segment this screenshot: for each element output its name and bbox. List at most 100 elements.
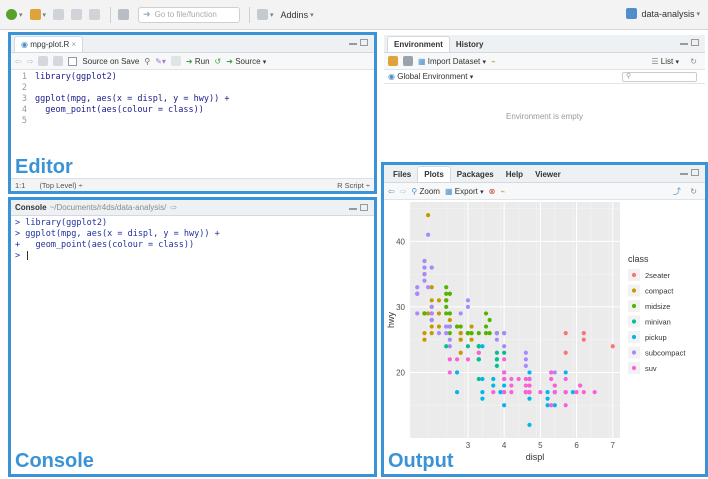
tab-packages[interactable]: Packages <box>451 167 500 182</box>
save-icon[interactable] <box>53 56 64 66</box>
tab-mpg-plot[interactable]: ◉ mpg-plot.R × <box>14 36 84 52</box>
data-point-suv <box>465 357 471 362</box>
y-tick-label: 30 <box>396 303 405 312</box>
list-view-button[interactable]: ☰ List ▾ <box>651 57 679 66</box>
scope-label: Global Environment <box>397 72 468 81</box>
minimize-icon[interactable] <box>349 204 357 210</box>
refresh-icon[interactable]: ↻ <box>690 57 697 66</box>
minimize-icon[interactable] <box>680 39 688 45</box>
data-point-2seater <box>563 350 568 355</box>
save-all-button[interactable] <box>87 6 102 24</box>
outline-icon[interactable] <box>170 56 181 66</box>
legend-marker <box>631 365 637 371</box>
code-text: geom_point(aes(colour = class)) <box>35 105 204 115</box>
project-cube-icon <box>626 8 638 19</box>
data-point-suv <box>476 350 481 355</box>
project-menu[interactable]: data-analysis ▾ <box>626 8 700 19</box>
data-point-compact <box>458 337 463 342</box>
addins-menu[interactable]: Addins ▾ <box>279 6 316 24</box>
environment-search-input[interactable]: ⚲ <box>622 72 697 82</box>
go-to-directory-icon[interactable]: ⇨ <box>170 203 177 212</box>
tab-files[interactable]: Files <box>387 167 417 182</box>
maximize-icon[interactable] <box>691 169 699 176</box>
new-project-button[interactable]: ▾ <box>28 6 49 24</box>
show-in-window-icon[interactable] <box>38 56 49 66</box>
data-point-subcompact <box>494 331 499 336</box>
goto-file-input[interactable]: ➜ Go to file/function <box>138 6 241 23</box>
data-point-pickup <box>454 370 460 375</box>
maximize-icon[interactable] <box>360 204 368 211</box>
console-output[interactable]: > library(ggplot2) > ggplot(mpg, aes(x =… <box>11 216 374 264</box>
source-button[interactable]: ➜ Source ▾ <box>226 57 266 66</box>
save-button[interactable] <box>69 6 84 24</box>
data-point-compact <box>429 285 434 290</box>
chevron-down-icon: ▾ <box>482 58 487 66</box>
next-plot-icon[interactable]: ⇨ <box>400 187 407 196</box>
data-point-pickup <box>552 403 557 408</box>
minimize-icon[interactable] <box>349 39 357 45</box>
zoom-button[interactable]: ⚲ Zoom <box>411 187 440 196</box>
minimize-icon[interactable] <box>680 169 688 175</box>
export-button[interactable]: ▦ Export ▾ <box>445 187 484 196</box>
plot-viewer: 3 4 5 6 7 20 30 40 displ hwy class 2seater compact mi… <box>384 200 705 474</box>
y-axis-label: hwy <box>386 312 396 329</box>
remove-plot-icon[interactable]: ⊗ <box>489 187 496 196</box>
legend-marker <box>631 334 637 340</box>
tab-environment[interactable]: Environment <box>387 36 450 52</box>
data-point-subcompact <box>426 232 431 237</box>
maximize-icon[interactable] <box>360 39 368 46</box>
workspace-panes-button[interactable]: ▾ <box>255 6 276 24</box>
broom-icon[interactable]: ⌁ <box>500 187 505 196</box>
tab-help[interactable]: Help <box>500 167 529 182</box>
search-icon[interactable]: ⚲ <box>144 57 150 66</box>
tab-viewer[interactable]: Viewer <box>529 167 567 182</box>
data-point-midsize <box>483 331 489 336</box>
file-type-selector[interactable]: R Script ÷ <box>337 181 370 190</box>
rerun-icon[interactable]: ↺ <box>215 57 222 66</box>
source-on-save-checkbox[interactable] <box>68 56 78 66</box>
folder-icon <box>53 9 65 20</box>
print-button[interactable] <box>116 6 131 24</box>
save-workspace-icon[interactable] <box>403 56 413 66</box>
main-toolbar: ▾ ▾ ➜ Go to file/function ▾ Addins ▾ data… <box>0 0 708 30</box>
new-file-button[interactable]: ▾ <box>4 6 25 24</box>
code-editor[interactable]: 1 library(ggplot2) 2 3 ggplot(mpg, aes(x =… <box>11 70 374 127</box>
scatter-plot: 3 4 5 6 7 20 30 40 displ hwy class 2seater compact mi… <box>386 202 686 462</box>
tab-plots[interactable]: Plots <box>417 166 451 182</box>
open-file-button[interactable] <box>51 6 66 24</box>
import-dataset-button[interactable]: ▦ Import Dataset ▾ <box>418 57 486 66</box>
legend-title: class <box>628 254 649 264</box>
refresh-icon[interactable]: ↻ <box>690 187 697 196</box>
run-button[interactable]: ➜ Run <box>186 57 210 66</box>
broom-icon[interactable]: ⌁ <box>491 57 496 66</box>
previous-plot-icon[interactable]: ⇦ <box>388 187 395 196</box>
load-workspace-icon[interactable] <box>388 56 398 66</box>
scope-menu[interactable]: ◉ Global Environment ▾ <box>388 72 473 81</box>
data-point-suv <box>527 376 532 382</box>
data-point-compact <box>469 324 474 329</box>
close-icon[interactable]: × <box>69 40 77 49</box>
legend-label: 2seater <box>645 271 671 280</box>
data-point-pickup <box>498 390 503 395</box>
plot-panel <box>410 202 620 438</box>
data-point-suv <box>502 390 507 395</box>
data-point-midsize <box>444 285 449 290</box>
scope-selector[interactable]: (Top Level) ÷ <box>39 181 82 190</box>
data-point-suv <box>549 403 554 408</box>
data-point-midsize <box>444 298 449 303</box>
forward-icon[interactable]: ⇨ <box>27 57 34 66</box>
data-point-subcompact <box>422 278 427 283</box>
data-point-suv <box>574 390 579 395</box>
publish-icon[interactable]: ⤴ <box>673 186 681 197</box>
data-point-suv <box>454 357 460 362</box>
wand-icon[interactable]: ✎▾ <box>155 57 166 66</box>
maximize-icon[interactable] <box>691 39 699 46</box>
data-point-midsize <box>447 311 452 316</box>
tab-history[interactable]: History <box>450 37 490 52</box>
data-point-minivan <box>494 363 499 368</box>
legend-marker <box>631 288 637 293</box>
text-cursor <box>27 251 29 260</box>
back-icon[interactable]: ⇦ <box>15 57 22 66</box>
data-point-subcompact <box>447 324 452 329</box>
legend-marker <box>631 303 637 309</box>
